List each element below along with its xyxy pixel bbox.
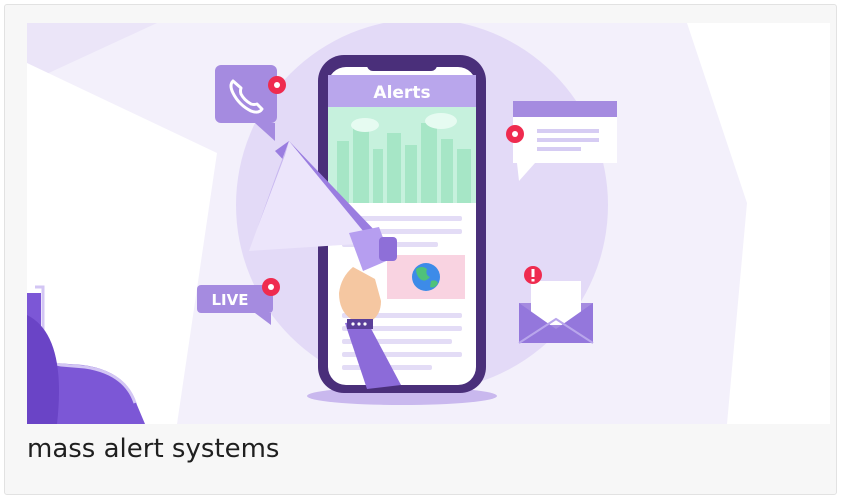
illustration-image[interactable]: Alerts LIVE	[27, 23, 830, 424]
globe-icon	[412, 263, 440, 291]
result-card[interactable]: Alerts LIVE mass alert systems	[4, 4, 837, 495]
live-label: LIVE	[212, 291, 249, 309]
image-caption: mass alert systems	[27, 434, 280, 464]
screen-title: Alerts	[373, 83, 430, 103]
